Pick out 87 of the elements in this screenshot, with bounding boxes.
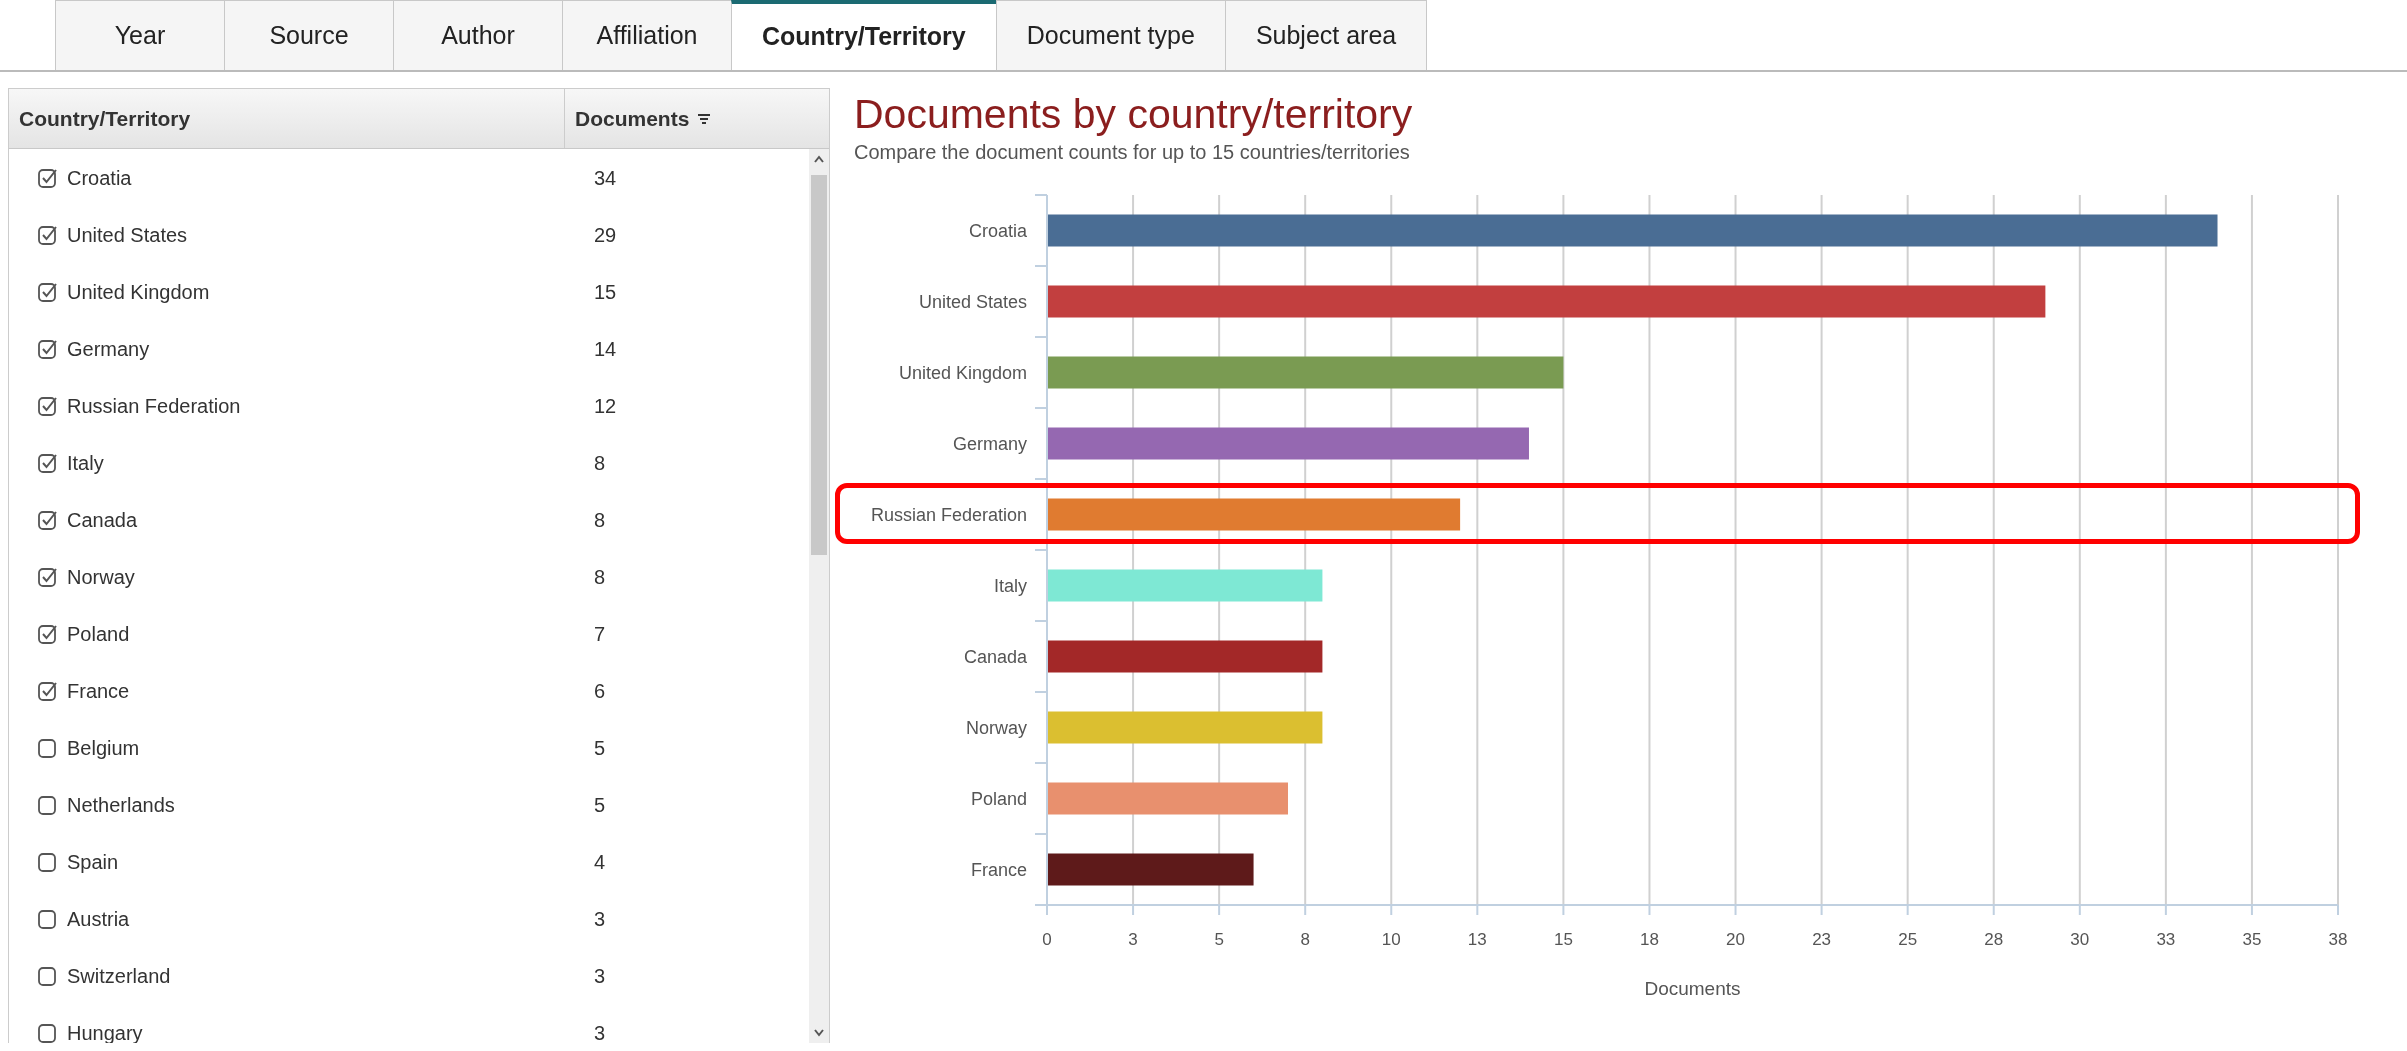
category-label: Norway [966, 717, 1027, 738]
country-name: Spain [67, 849, 119, 875]
document-count: 3 [594, 963, 606, 989]
tick-label: 35 [2242, 930, 2262, 950]
checkbox[interactable] [37, 223, 59, 246]
tab[interactable]: Year [55, 0, 225, 70]
tick-label: 28 [1984, 930, 2004, 950]
tick-label: 23 [1812, 930, 1832, 950]
tick-label: 3 [1128, 930, 1138, 950]
checkbox[interactable] [37, 1021, 59, 1043]
document-count: 15 [594, 279, 617, 305]
document-count: 4 [594, 849, 606, 875]
tick-label: 18 [1640, 930, 1659, 950]
tick-label: 13 [1467, 930, 1487, 950]
chart-title: Documents by country/territory [854, 92, 1414, 138]
chart-subtitle: Compare the document counts for up to 15 countries/territories [854, 140, 1411, 166]
document-count: 3 [594, 1020, 606, 1043]
checkbox[interactable] [37, 736, 59, 759]
country-name: United States [67, 222, 188, 248]
category-label: Poland [970, 788, 1027, 809]
country-name: United Kingdom [67, 279, 210, 305]
country-name: Poland [67, 621, 130, 647]
document-count: 8 [594, 507, 606, 533]
tick-label: 33 [2156, 930, 2176, 950]
checkbox[interactable] [37, 451, 59, 474]
country-name: Canada [67, 507, 138, 533]
checkbox[interactable] [37, 964, 59, 987]
checkbox[interactable] [37, 850, 59, 873]
tick-label: 38 [2328, 930, 2348, 950]
checkbox[interactable] [37, 622, 59, 645]
document-count: 29 [594, 222, 617, 248]
document-count: 8 [594, 564, 606, 590]
country-name: Russian Federation [67, 393, 241, 419]
checkbox[interactable] [37, 679, 59, 702]
checkbox[interactable] [37, 508, 59, 531]
country-name: France [67, 678, 130, 704]
checkbox[interactable] [37, 793, 59, 816]
document-count: 34 [594, 165, 617, 191]
country-name: Croatia [67, 165, 132, 191]
column-header[interactable]: Documents [575, 102, 690, 135]
scrollbar[interactable] [809, 149, 829, 1043]
country-name: Belgium [67, 735, 140, 761]
document-count: 8 [594, 450, 606, 476]
category-label: Russian Federation [870, 504, 1027, 525]
tick-label: 20 [1726, 930, 1745, 950]
axis-title: Documents [1644, 978, 1741, 1000]
country-name: Netherlands [67, 792, 175, 818]
document-count: 14 [594, 336, 617, 362]
country-name: Germany [67, 336, 150, 362]
category-label: Germany [952, 433, 1027, 454]
category-label: France [970, 859, 1027, 880]
tick-label: 30 [2070, 930, 2090, 950]
category-label: United Kingdom [898, 362, 1027, 383]
sort-icon[interactable] [697, 112, 712, 125]
checkbox[interactable] [37, 394, 59, 417]
document-count: 3 [594, 906, 606, 932]
country-name: Italy [67, 450, 104, 476]
tick-label: 10 [1381, 930, 1401, 950]
checkbox[interactable] [37, 337, 59, 360]
document-count: 5 [594, 792, 606, 818]
tick-label: 25 [1898, 930, 1918, 950]
category-label: Italy [994, 575, 1027, 596]
category-label: United States [918, 291, 1027, 312]
country-name: Austria [67, 906, 130, 932]
tick-label: 0 [1042, 930, 1052, 950]
country-name: Switzerland [67, 963, 171, 989]
document-count: 7 [594, 621, 606, 647]
tick-label: 15 [1553, 930, 1573, 950]
category-label: Canada [963, 646, 1027, 667]
document-count: 5 [594, 735, 606, 761]
category-label: Croatia [968, 220, 1027, 241]
checkbox[interactable] [37, 907, 59, 930]
checkbox[interactable] [37, 565, 59, 588]
checkbox[interactable] [37, 280, 59, 303]
country-name: Norway [67, 564, 135, 590]
tick-label: 8 [1300, 930, 1310, 950]
country-name: Hungary [67, 1020, 143, 1043]
column-header[interactable]: Country/Territory [19, 102, 191, 135]
checkbox[interactable] [37, 166, 59, 189]
tick-label: 5 [1214, 930, 1224, 950]
tab[interactable]: Document type [995, 0, 1226, 70]
tab[interactable]: Source [224, 0, 394, 70]
tab[interactable]: Subject area [1224, 0, 1428, 70]
document-count: 12 [594, 393, 617, 419]
document-count: 6 [594, 678, 606, 704]
tab[interactable]: Author [393, 0, 563, 70]
tab[interactable]: Affiliation [562, 0, 732, 70]
